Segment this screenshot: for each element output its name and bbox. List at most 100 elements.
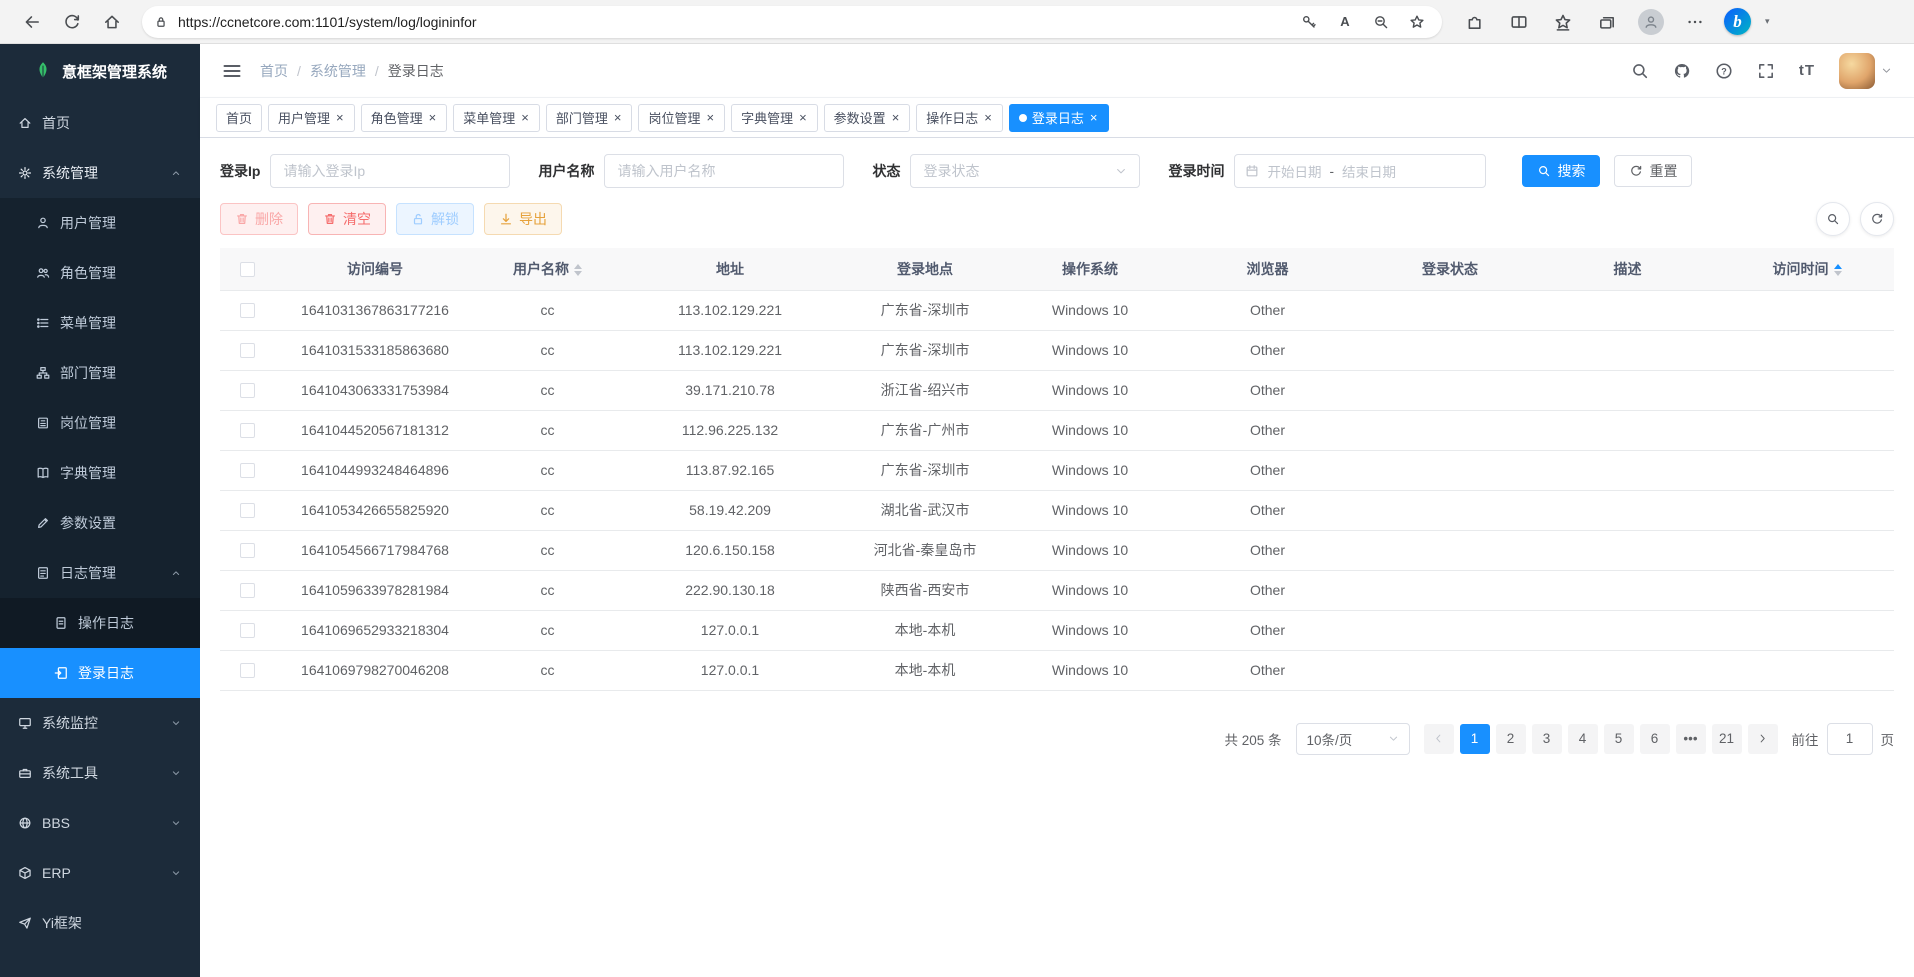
row-checkbox[interactable] bbox=[240, 503, 255, 518]
sidebar-item-menu-mgmt[interactable]: 菜单管理 bbox=[0, 298, 200, 348]
zoom-icon[interactable] bbox=[1368, 9, 1394, 35]
sidebar-item-home[interactable]: 首页 bbox=[0, 98, 200, 148]
row-checkbox[interactable] bbox=[240, 303, 255, 318]
clear-button[interactable]: 清空 bbox=[308, 203, 386, 235]
reset-button[interactable]: 重置 bbox=[1614, 155, 1692, 187]
sidebar-item-bbs[interactable]: BBS bbox=[0, 798, 200, 848]
more-icon[interactable] bbox=[1680, 7, 1710, 37]
row-checkbox[interactable] bbox=[240, 543, 255, 558]
breadcrumb-system-mgmt[interactable]: 系统管理 bbox=[310, 61, 366, 81]
table-row[interactable]: 1641044993248464896cc113.87.92.165广东省-深圳… bbox=[220, 450, 1894, 490]
chevron-down-icon[interactable]: ▾ bbox=[1765, 16, 1770, 27]
close-icon[interactable]: × bbox=[335, 110, 345, 125]
copilot-icon[interactable]: b bbox=[1724, 8, 1751, 35]
column-visit-time[interactable]: 访问时间 bbox=[1720, 248, 1894, 290]
browser-back-button[interactable] bbox=[14, 5, 50, 39]
browser-home-button[interactable] bbox=[94, 5, 130, 39]
close-icon[interactable]: × bbox=[705, 110, 715, 125]
table-row[interactable]: 1641031367863177216cc113.102.129.221广东省-… bbox=[220, 290, 1894, 330]
tab-login-log[interactable]: 登录日志× bbox=[1009, 104, 1109, 132]
browser-refresh-button[interactable] bbox=[54, 5, 90, 39]
collections-icon[interactable] bbox=[1592, 7, 1622, 37]
next-page-button[interactable] bbox=[1748, 724, 1778, 754]
row-checkbox[interactable] bbox=[240, 663, 255, 678]
tab-param-settings[interactable]: 参数设置× bbox=[824, 104, 911, 132]
page-button[interactable]: 4 bbox=[1568, 724, 1598, 754]
tab-operation-log[interactable]: 操作日志× bbox=[916, 104, 1003, 132]
sidebar-item-operation-log[interactable]: 操作日志 bbox=[0, 598, 200, 648]
tab-home[interactable]: 首页 bbox=[216, 104, 262, 132]
avatar[interactable] bbox=[1839, 53, 1875, 89]
page-button[interactable]: 5 bbox=[1604, 724, 1634, 754]
user-name-input[interactable] bbox=[604, 154, 844, 188]
sidebar-item-role-mgmt[interactable]: 角色管理 bbox=[0, 248, 200, 298]
fullscreen-icon[interactable] bbox=[1757, 62, 1775, 80]
close-icon[interactable]: × bbox=[428, 110, 438, 125]
table-row[interactable]: 1641059633978281984cc222.90.130.18陕西省-西安… bbox=[220, 570, 1894, 610]
sidebar-item-login-log[interactable]: 登录日志 bbox=[0, 648, 200, 698]
show-search-button[interactable] bbox=[1816, 202, 1850, 236]
sidebar-item-post-mgmt[interactable]: 岗位管理 bbox=[0, 398, 200, 448]
table-row[interactable]: 1641043063331753984cc39.171.210.78浙江省-绍兴… bbox=[220, 370, 1894, 410]
tab-dict-mgmt[interactable]: 字典管理× bbox=[731, 104, 818, 132]
close-icon[interactable]: × bbox=[520, 110, 530, 125]
page-button[interactable]: 3 bbox=[1532, 724, 1562, 754]
chevron-down-icon[interactable] bbox=[1881, 65, 1892, 76]
table-row[interactable]: 1641053426655825920cc58.19.42.209湖北省-武汉市… bbox=[220, 490, 1894, 530]
github-icon[interactable] bbox=[1673, 62, 1691, 80]
breadcrumb-home[interactable]: 首页 bbox=[260, 61, 288, 81]
search-icon[interactable] bbox=[1631, 62, 1649, 80]
page-button[interactable]: 2 bbox=[1496, 724, 1526, 754]
help-icon[interactable]: ? bbox=[1715, 62, 1733, 80]
sidebar-item-system-tools[interactable]: 系统工具 bbox=[0, 748, 200, 798]
login-ip-input[interactable] bbox=[270, 154, 510, 188]
close-icon[interactable]: × bbox=[983, 110, 993, 125]
profile-icon[interactable] bbox=[1636, 7, 1666, 37]
favorite-add-icon[interactable] bbox=[1404, 9, 1430, 35]
key-icon[interactable] bbox=[1296, 9, 1322, 35]
sidebar-item-log-mgmt[interactable]: 日志管理 bbox=[0, 548, 200, 598]
close-icon[interactable]: × bbox=[798, 110, 808, 125]
table-row[interactable]: 1641044520567181312cc112.96.225.132广东省-广… bbox=[220, 410, 1894, 450]
sidebar-item-dict-mgmt[interactable]: 字典管理 bbox=[0, 448, 200, 498]
status-select[interactable]: 登录状态 bbox=[910, 154, 1140, 188]
sort-icon[interactable] bbox=[574, 264, 582, 276]
more-pages-button[interactable]: ••• bbox=[1676, 724, 1706, 754]
table-row[interactable]: 1641031533185863680cc113.102.129.221广东省-… bbox=[220, 330, 1894, 370]
sidebar-item-dept-mgmt[interactable]: 部门管理 bbox=[0, 348, 200, 398]
prev-page-button[interactable] bbox=[1424, 724, 1454, 754]
row-checkbox[interactable] bbox=[240, 623, 255, 638]
export-button[interactable]: 导出 bbox=[484, 203, 562, 235]
sidebar-item-system-monitor[interactable]: 系统监控 bbox=[0, 698, 200, 748]
delete-button[interactable]: 删除 bbox=[220, 203, 298, 235]
goto-page-input[interactable] bbox=[1827, 723, 1873, 755]
close-icon[interactable]: × bbox=[1089, 110, 1099, 125]
sidebar-item-yi-framework[interactable]: Yi框架 bbox=[0, 898, 200, 948]
font-size-icon[interactable]: tT bbox=[1799, 62, 1815, 79]
sidebar-item-param-settings[interactable]: 参数设置 bbox=[0, 498, 200, 548]
tab-user-mgmt[interactable]: 用户管理× bbox=[268, 104, 355, 132]
row-checkbox[interactable] bbox=[240, 343, 255, 358]
column-user-name[interactable]: 用户名称 bbox=[475, 248, 620, 290]
read-aloud-icon[interactable]: A bbox=[1332, 9, 1358, 35]
tab-post-mgmt[interactable]: 岗位管理× bbox=[638, 104, 725, 132]
table-row[interactable]: 1641054566717984768cc120.6.150.158河北省-秦皇… bbox=[220, 530, 1894, 570]
row-checkbox[interactable] bbox=[240, 463, 255, 478]
split-screen-icon[interactable] bbox=[1504, 7, 1534, 37]
table-row[interactable]: 1641069652933218304cc127.0.0.1本地-本机 Wind… bbox=[220, 610, 1894, 650]
page-button[interactable]: 1 bbox=[1460, 724, 1490, 754]
address-bar[interactable]: https://ccnetcore.com:1101/system/log/lo… bbox=[142, 6, 1442, 38]
url-text[interactable]: https://ccnetcore.com:1101/system/log/lo… bbox=[178, 14, 1286, 30]
search-button[interactable]: 搜索 bbox=[1522, 155, 1600, 187]
app-logo[interactable]: 意框架管理系统 bbox=[0, 44, 200, 98]
close-icon[interactable]: × bbox=[613, 110, 623, 125]
table-row[interactable]: 1641069798270046208cc127.0.0.1本地-本机 Wind… bbox=[220, 650, 1894, 690]
favorites-icon[interactable] bbox=[1548, 7, 1578, 37]
login-time-range-picker[interactable]: 开始日期 - 结束日期 bbox=[1234, 154, 1486, 188]
sidebar-item-user-mgmt[interactable]: 用户管理 bbox=[0, 198, 200, 248]
refresh-table-button[interactable] bbox=[1860, 202, 1894, 236]
row-checkbox[interactable] bbox=[240, 583, 255, 598]
row-checkbox[interactable] bbox=[240, 383, 255, 398]
sidebar-item-system-mgmt[interactable]: 系统管理 bbox=[0, 148, 200, 198]
sort-icon[interactable] bbox=[1834, 264, 1842, 276]
